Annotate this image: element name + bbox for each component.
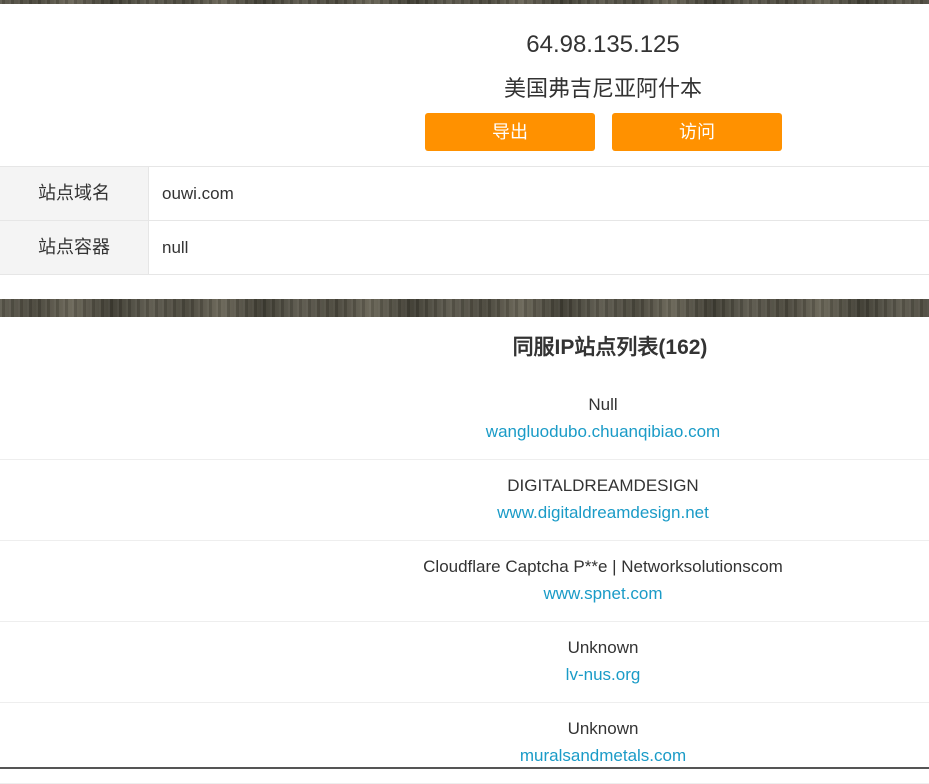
info-value: null [162, 238, 189, 257]
site-link[interactable]: www.spnet.com [303, 582, 903, 606]
list-item: Unknown lv-nus.org [0, 622, 929, 703]
site-link[interactable]: www.digitaldreamdesign.net [303, 501, 903, 525]
export-button[interactable]: 导出 [425, 113, 595, 151]
site-link[interactable]: lv-nus.org [303, 663, 903, 687]
info-label: 站点容器 [0, 221, 149, 274]
site-name: Unknown [567, 719, 639, 738]
site-name: DIGITALDREAMDESIGN [507, 476, 699, 495]
site-name: Null [588, 395, 618, 414]
ip-address: 64.98.135.125 [526, 31, 680, 58]
site-name: Cloudflare Captcha P**e | Networksolutio… [423, 557, 783, 576]
list-item: Null wangluodubo.chuanqibiao.com [0, 379, 929, 460]
info-row-container: 站点容器 null [0, 220, 929, 275]
site-list: Null wangluodubo.chuanqibiao.com DIGITAL… [0, 379, 929, 784]
visit-button[interactable]: 访问 [612, 113, 782, 151]
ip-header: 64.98.135.125 美国弗吉尼亚阿什本 导出 访问 [0, 4, 929, 166]
wood-divider [0, 299, 929, 317]
site-link[interactable]: wangluodubo.chuanqibiao.com [303, 420, 903, 444]
site-link[interactable]: muralsandmetals.com [303, 744, 903, 768]
site-info-table: 站点域名 ouwi.com 站点容器 null [0, 166, 929, 275]
info-row-domain: 站点域名 ouwi.com [0, 166, 929, 220]
site-name: Unknown [567, 638, 639, 657]
info-value: ouwi.com [162, 184, 234, 203]
info-label: 站点域名 [0, 167, 149, 220]
site-list-title: 同服IP站点列表(162) [512, 336, 708, 359]
ip-location: 美国弗吉尼亚阿什本 [503, 76, 702, 101]
list-item: Unknown muralsandmetals.com [0, 703, 929, 784]
list-item: DIGITALDREAMDESIGN www.digitaldreamdesig… [0, 460, 929, 541]
list-item: Cloudflare Captcha P**e | Networksolutio… [0, 541, 929, 622]
